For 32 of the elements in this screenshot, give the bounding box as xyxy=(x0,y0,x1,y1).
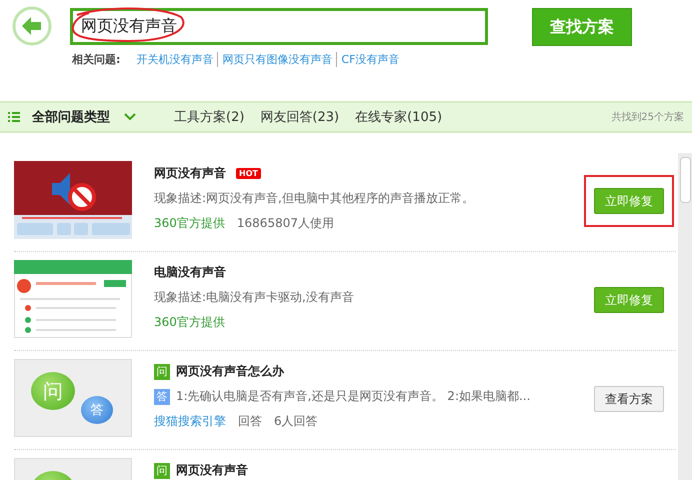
result-description: 现象描述:网页没有声音,但电脑中其他程序的声音播放正常。 xyxy=(154,190,474,207)
hot-badge: HOT xyxy=(236,168,261,179)
question-mark: 问 xyxy=(154,364,170,380)
result-title[interactable]: 电脑没有声音 xyxy=(154,264,226,281)
source-suffix: 回答 xyxy=(238,413,262,430)
usage-count: 16865807人使用 xyxy=(236,215,334,232)
chevron-down-icon[interactable] xyxy=(124,113,136,121)
back-button[interactable] xyxy=(12,6,52,46)
filter-tab[interactable]: 工具方案(2) xyxy=(174,108,244,126)
answer-count: 6人回答 xyxy=(274,413,318,430)
question-mark: 问 xyxy=(154,462,170,478)
view-solution-button[interactable]: 查看方案 xyxy=(594,386,664,412)
related-link[interactable]: 开关机没有声音 xyxy=(136,52,214,67)
source-label: 360官方提供 xyxy=(154,314,225,331)
scrollbar[interactable] xyxy=(678,153,692,480)
filter-tab[interactable]: 网友回答(23) xyxy=(260,108,340,126)
source-label: 360官方提供 xyxy=(154,215,225,232)
answer-mark: 答 xyxy=(154,388,170,404)
related-label: 相关问题: xyxy=(72,52,120,67)
result-title[interactable]: 网页没有声音 xyxy=(176,462,248,479)
result-count: 共找到25个方案 xyxy=(611,110,684,124)
question-bubble: 问 xyxy=(31,372,75,410)
result-description: 现象描述:电脑没有声卡驱动,没有声音 xyxy=(154,289,354,306)
result-title[interactable]: 网页没有声音怎么办 xyxy=(176,363,284,380)
result-title[interactable]: 网页没有声音 xyxy=(154,165,226,182)
result-description: 1:先确认电脑是否有声音,还是只是网页没有声音。 2:如果电脑都... xyxy=(176,388,530,405)
search-field[interactable]: 网页没有声音 xyxy=(70,8,488,45)
answer-bubble: 答 xyxy=(81,396,113,424)
filter-tab[interactable]: 在线专家(105) xyxy=(355,108,442,126)
scroll-thumb[interactable] xyxy=(680,157,691,203)
list-icon xyxy=(8,111,20,123)
category-dropdown[interactable]: 全部问题类型 xyxy=(32,108,110,126)
